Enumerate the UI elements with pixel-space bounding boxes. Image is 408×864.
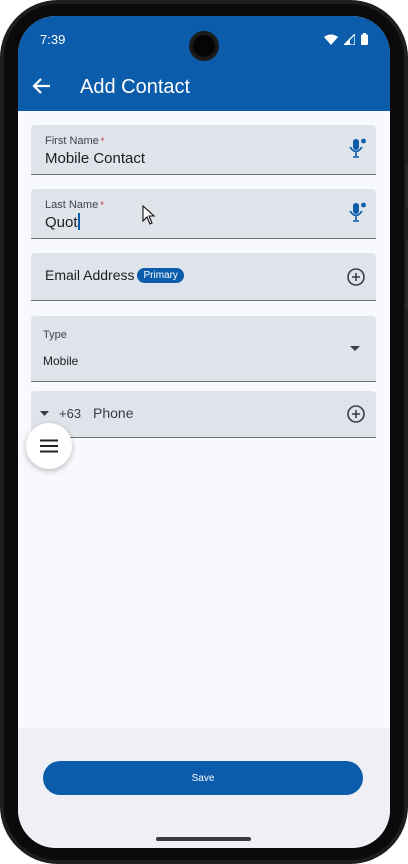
last-name-label: Last Name *: [45, 199, 104, 211]
last-name-input[interactable]: Quot: [45, 213, 80, 231]
dropdown-arrow-icon: [350, 346, 360, 351]
first-name-label: First Name *: [45, 135, 104, 147]
front-camera: [189, 31, 219, 61]
footer-bar: Save: [18, 728, 390, 848]
type-value: Mobile: [43, 354, 79, 368]
page-title: Add Contact: [80, 76, 191, 98]
hamburger-menu-icon: [40, 439, 58, 453]
first-name-field[interactable]: First Name * Mobile Contact: [31, 125, 376, 175]
first-name-label-text: First Name: [45, 135, 99, 147]
email-label-row: Email Address Primary: [45, 267, 184, 283]
first-name-value: Mobile Contact: [45, 150, 146, 167]
last-name-field[interactable]: Last Name * Quot: [31, 189, 376, 239]
screen: 7:39 Add Contact First Name * Mobile Cont…: [18, 16, 390, 848]
country-code[interactable]: +63: [59, 406, 81, 421]
phone-frame: 7:39 Add Contact First Name * Mobile Cont…: [0, 0, 408, 864]
phone-label: Phone: [93, 405, 134, 421]
add-circle-icon[interactable]: [346, 404, 366, 424]
microphone-icon[interactable]: [348, 202, 366, 224]
required-mark: *: [100, 136, 105, 146]
mouse-pointer-icon: [142, 205, 156, 225]
country-dropdown-icon[interactable]: [40, 411, 49, 417]
email-label: Email Address: [45, 267, 135, 283]
menu-fab[interactable]: [26, 423, 72, 469]
add-circle-icon[interactable]: [346, 267, 366, 287]
phone-field[interactable]: +63 Phone: [31, 391, 376, 438]
app-bar: 7:39 Add Contact: [18, 16, 390, 111]
text-caret: [77, 213, 80, 230]
type-select[interactable]: Type Mobile: [31, 316, 376, 382]
back-arrow-icon[interactable]: [30, 74, 54, 98]
required-mark: *: [100, 200, 104, 210]
status-time: 7:39: [40, 32, 66, 47]
battery-icon: [361, 33, 368, 45]
wifi-icon: [324, 34, 338, 45]
last-name-value: Quot: [45, 214, 78, 231]
home-indicator[interactable]: [156, 837, 251, 841]
save-button[interactable]: Save: [43, 761, 363, 795]
email-field[interactable]: Email Address Primary: [31, 253, 376, 301]
type-label: Type: [43, 329, 67, 341]
status-icons: [324, 33, 368, 45]
form-container: First Name * Mobile Contact Last Name * Qu…: [18, 111, 390, 728]
primary-badge: Primary: [137, 268, 184, 283]
signal-icon: [344, 33, 355, 45]
last-name-label-text: Last Name: [45, 199, 99, 211]
microphone-icon[interactable]: [348, 138, 366, 160]
